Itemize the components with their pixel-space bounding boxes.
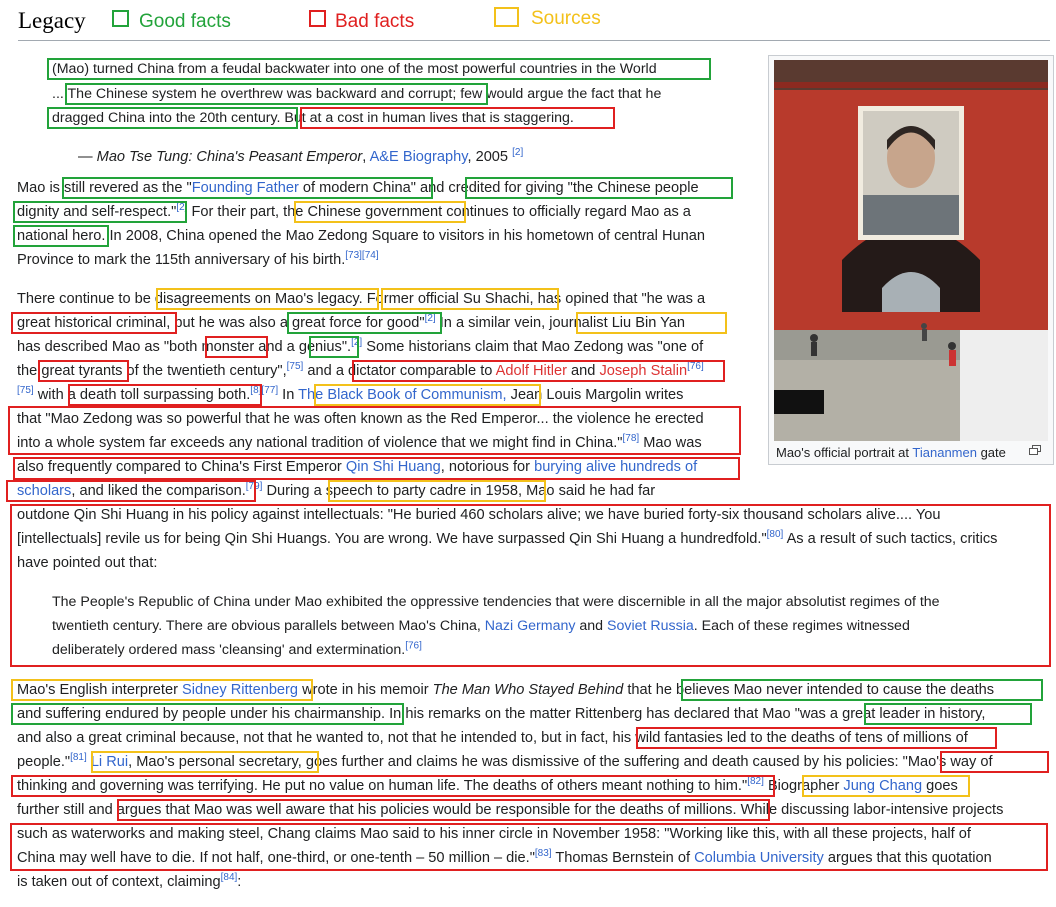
citation-ref[interactable]: [75] bbox=[17, 385, 34, 396]
section-title: Legacy bbox=[18, 8, 86, 33]
citation-ref[interactable]: [73][74] bbox=[345, 250, 378, 261]
legend-bad-label: Bad facts bbox=[335, 11, 415, 32]
bad-fact-box bbox=[352, 360, 725, 382]
bad-fact-box bbox=[68, 384, 262, 406]
source-box bbox=[294, 201, 466, 223]
legend-good-swatch bbox=[112, 10, 129, 27]
image-thumbnail: Mao's official portrait at Tiananmen gat… bbox=[768, 55, 1054, 465]
good-fact-box bbox=[13, 225, 109, 247]
good-fact-box bbox=[47, 58, 711, 80]
text-line: is taken out of context, claiming[84]: bbox=[17, 872, 242, 890]
bad-fact-box bbox=[38, 360, 129, 382]
bad-fact-box bbox=[940, 751, 1049, 773]
bad-fact-box bbox=[117, 799, 770, 821]
good-fact-box bbox=[47, 107, 298, 129]
citation-ref[interactable]: [75] bbox=[287, 361, 304, 372]
source-box bbox=[11, 679, 313, 701]
ae-biography-link[interactable]: A&E Biography bbox=[370, 149, 468, 165]
portrait-photo[interactable] bbox=[774, 60, 1048, 441]
bad-fact-box bbox=[205, 336, 268, 358]
good-fact-box bbox=[864, 703, 1032, 725]
legend-sources-label: Sources bbox=[531, 8, 601, 29]
citation-ref[interactable]: [2] bbox=[512, 147, 523, 158]
bad-fact-box bbox=[10, 823, 1048, 871]
good-fact-box bbox=[287, 312, 442, 334]
magnify-icon[interactable] bbox=[1029, 445, 1041, 455]
bad-fact-box bbox=[300, 107, 615, 129]
source-box bbox=[802, 775, 970, 797]
legend-sources-swatch bbox=[494, 7, 519, 27]
text-line: Province to mark the 115th anniversary o… bbox=[17, 250, 379, 268]
legend-bad-swatch bbox=[309, 10, 326, 27]
bad-fact-box bbox=[636, 727, 997, 749]
bad-fact-box bbox=[8, 406, 741, 455]
good-fact-box bbox=[13, 201, 187, 223]
tiananmen-link[interactable]: Tiananmen bbox=[912, 445, 977, 460]
image-caption: Mao's official portrait at Tiananmen gat… bbox=[776, 445, 1006, 460]
source-box bbox=[91, 751, 319, 773]
good-fact-box bbox=[65, 83, 488, 105]
bad-fact-box bbox=[13, 457, 740, 480]
text-line: has described Mao as "both monster and a… bbox=[17, 337, 704, 355]
tiananmen-photo bbox=[774, 60, 1048, 441]
good-fact-box bbox=[465, 177, 733, 199]
source-box bbox=[328, 480, 546, 502]
quote-attribution: — Mao Tse Tung: China's Peasant Emperor,… bbox=[78, 147, 524, 165]
legend-good-label: Good facts bbox=[139, 11, 231, 32]
source-box bbox=[381, 288, 559, 310]
text-line: national hero. In 2008, China opened the… bbox=[17, 228, 705, 244]
header-divider bbox=[18, 40, 1050, 41]
bad-fact-box bbox=[6, 480, 256, 502]
good-fact-box bbox=[11, 703, 404, 725]
source-box bbox=[314, 384, 541, 406]
citation-ref[interactable]: [84] bbox=[221, 872, 238, 883]
citation-ref[interactable]: [81] bbox=[70, 752, 87, 763]
good-fact-box bbox=[309, 336, 359, 358]
section-header: Legacy Good facts Bad facts Sources bbox=[0, 0, 1056, 42]
bad-fact-box bbox=[10, 504, 1051, 667]
source-box bbox=[156, 288, 379, 310]
good-fact-box bbox=[62, 177, 433, 199]
good-fact-box bbox=[681, 679, 1043, 701]
source-box bbox=[576, 312, 727, 334]
bad-fact-box bbox=[11, 312, 177, 334]
bad-fact-box bbox=[11, 775, 775, 797]
